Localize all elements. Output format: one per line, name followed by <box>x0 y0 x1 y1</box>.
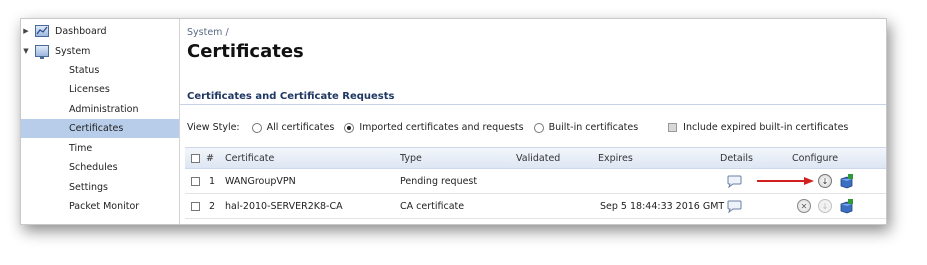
sidebar-item-schedules[interactable]: Schedules <box>21 158 179 177</box>
details-cell <box>726 169 742 193</box>
import-cube-icon[interactable] <box>839 198 854 214</box>
configure-cell: ✕ ↓ <box>797 194 854 218</box>
sidebar-group-label: Dashboard <box>55 25 107 37</box>
row-number: 1 <box>209 175 216 187</box>
view-style-filter: View Style: All certificates Imported ce… <box>187 122 848 133</box>
column-header-expires[interactable]: Expires <box>598 148 633 168</box>
details-comment-icon[interactable] <box>726 200 742 213</box>
section-divider <box>180 104 886 105</box>
column-header-configure: Configure <box>792 152 839 164</box>
details-comment-icon[interactable] <box>726 175 742 188</box>
radio-label[interactable]: Imported certificates and requests <box>359 122 523 133</box>
column-header-type[interactable]: Type <box>400 148 422 168</box>
column-header-number: # <box>206 152 214 164</box>
sidebar-item-settings[interactable]: Settings <box>21 178 179 197</box>
radio-all-certificates[interactable] <box>251 122 262 133</box>
configure-cell: ↓ <box>818 169 854 193</box>
monitor-icon <box>35 45 49 59</box>
sidebar: ▶ Dashboard ▼ System Status Licenses Adm… <box>21 19 180 224</box>
column-header-details: Details <box>720 152 753 164</box>
sidebar-item-status[interactable]: Status <box>21 61 179 80</box>
row-checkbox[interactable] <box>191 201 200 211</box>
table-row: 1 WANGroupVPN Pending request ↓ <box>185 169 886 194</box>
sidebar-group-system[interactable]: ▼ System <box>21 42 90 60</box>
certificate-name: hal-2010-SERVER2K8-CA <box>225 200 343 212</box>
main-content: System / Certificates Certificates and C… <box>180 19 886 224</box>
sidebar-item-licenses[interactable]: Licenses <box>21 80 179 99</box>
delete-icon[interactable]: ✕ <box>797 199 811 213</box>
sidebar-item-label: Certificates <box>69 123 124 134</box>
select-all-checkbox[interactable] <box>191 153 200 163</box>
annotation-arrow-cell <box>757 169 815 193</box>
radio-label[interactable]: Built-in certificates <box>549 122 639 133</box>
breadcrumb[interactable]: System / <box>187 27 229 38</box>
dashboard-chart-icon <box>35 25 49 37</box>
checkbox-label: Include expired built-in certificates <box>683 122 849 133</box>
sidebar-item-label: Packet Monitor <box>69 201 140 212</box>
row-checkbox[interactable] <box>191 176 200 186</box>
sidebar-item-label: Schedules <box>69 162 118 173</box>
download-icon[interactable]: ↓ <box>818 174 832 188</box>
import-cube-icon[interactable] <box>839 173 854 189</box>
certificate-type: CA certificate <box>400 200 465 212</box>
certificates-table: # Certificate Type Validated Expires Det… <box>185 147 886 219</box>
table-header: # Certificate Type Validated Expires Det… <box>185 147 886 169</box>
certificate-expires: Sep 5 18:44:33 2016 GMT <box>600 200 725 212</box>
sidebar-item-label: Settings <box>69 182 108 193</box>
sidebar-group-dashboard[interactable]: ▶ Dashboard <box>21 22 107 40</box>
row-number: 2 <box>209 200 216 212</box>
sidebar-item-time[interactable]: Time <box>21 139 179 158</box>
sidebar-group-label: System <box>55 45 91 57</box>
include-expired-checkbox[interactable] <box>668 123 678 132</box>
sidebar-item-label: Time <box>69 143 93 154</box>
certificate-name: WANGroupVPN <box>225 175 296 187</box>
certificate-type: Pending request <box>400 175 478 187</box>
row-checkbox-cell <box>191 194 200 218</box>
page-title: Certificates <box>187 41 304 62</box>
details-cell <box>726 194 742 218</box>
sidebar-item-certificates[interactable]: Certificates <box>21 119 179 138</box>
row-checkbox-cell <box>191 169 200 193</box>
column-header-validated[interactable]: Validated <box>516 148 560 168</box>
expand-arrow-icon[interactable]: ▶ <box>21 27 31 35</box>
annotation-arrow-icon <box>757 177 814 185</box>
download-icon: ↓ <box>818 199 832 213</box>
view-style-label: View Style: <box>187 122 240 133</box>
radio-imported-certificates[interactable] <box>344 122 355 133</box>
sidebar-item-label: Licenses <box>69 84 110 95</box>
app-window: ▶ Dashboard ▼ System Status Licenses Adm… <box>20 18 887 225</box>
sidebar-item-label: Status <box>69 65 100 76</box>
column-header-certificate[interactable]: Certificate <box>225 148 274 168</box>
radio-built-in-certificates[interactable] <box>533 122 544 133</box>
collapse-arrow-icon[interactable]: ▼ <box>21 47 31 55</box>
sidebar-item-administration[interactable]: Administration <box>21 100 179 119</box>
select-all-checkbox-cell <box>191 148 200 168</box>
table-row: 2 hal-2010-SERVER2K8-CA CA certificate S… <box>185 194 886 219</box>
section-heading: Certificates and Certificate Requests <box>187 91 395 102</box>
sidebar-item-label: Administration <box>69 104 139 115</box>
sidebar-item-packet-monitor[interactable]: Packet Monitor <box>21 197 179 216</box>
radio-label[interactable]: All certificates <box>267 122 335 133</box>
